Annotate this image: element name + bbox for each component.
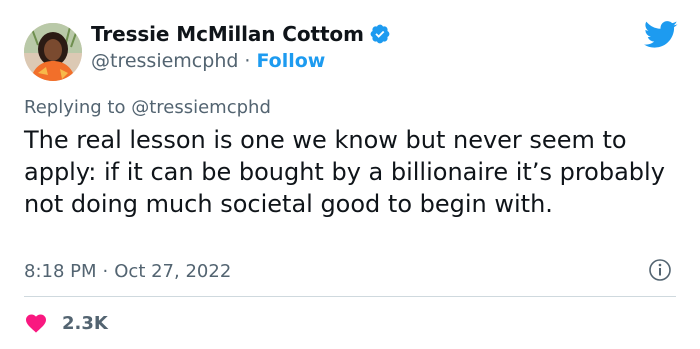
reply-prefix: Replying to [24,97,126,118]
author-handle[interactable]: @tressiemcphd [91,50,238,72]
like-count: 2.3K [62,312,108,334]
reply-mention-link[interactable]: @tressiemcphd [131,97,271,118]
tweet-timestamp[interactable]: 8:18 PM · Oct 27, 2022 [24,261,231,282]
separator-dot: · [244,50,251,72]
like-action[interactable]: 2.3K [24,311,108,335]
heart-icon[interactable] [24,311,48,335]
follow-button[interactable]: Follow [256,50,325,72]
info-icon[interactable] [648,258,672,282]
avatar[interactable] [24,23,82,81]
twitter-bird-icon[interactable] [644,20,678,50]
tweet-text: The real lesson is one we know but never… [24,126,665,218]
tweet-date[interactable]: Oct 27, 2022 [114,261,231,282]
divider [24,296,676,297]
author-handle-row: @tressiemcphd · Follow [91,50,325,72]
verified-badge-icon [370,24,390,44]
tweet-card: Tressie McMillan Cottom @tressiemcphd · … [0,0,700,349]
reply-context: Replying to @tressiemcphd [24,97,271,118]
tweet-time[interactable]: 8:18 PM [24,261,97,282]
author-name[interactable]: Tressie McMillan Cottom [91,22,364,46]
author-name-row: Tressie McMillan Cottom [91,22,391,46]
timestamp-separator: · [102,261,109,282]
